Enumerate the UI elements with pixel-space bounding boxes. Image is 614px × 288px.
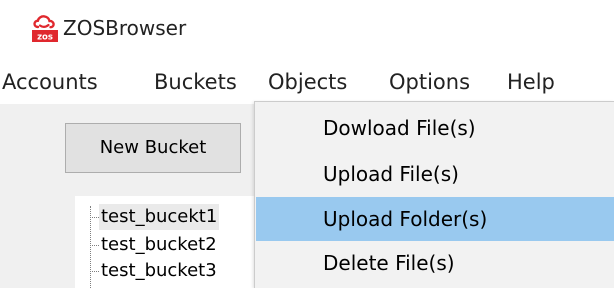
tree-item-label[interactable]: test_bucekt1: [99, 204, 220, 230]
menu-item-label: Delete File(s): [323, 251, 455, 275]
logo-text: zos: [37, 33, 53, 43]
menu-objects[interactable]: Objects: [268, 68, 347, 96]
new-bucket-button[interactable]: New Bucket: [65, 123, 241, 173]
bucket-tree[interactable]: test_bucekt1 test_bucket2 test_bucket3: [75, 196, 263, 288]
menu-help[interactable]: Help: [507, 68, 555, 96]
app-title: ZOSBrowser: [63, 16, 187, 40]
tree-item-bucket[interactable]: test_bucket3: [90, 258, 260, 286]
title-bar: zos ZOSBrowser: [0, 0, 614, 58]
objects-dropdown-menu: Dowload File(s) Upload File(s) Upload Fo…: [254, 101, 614, 288]
tree-item-bucket[interactable]: test_bucekt1: [90, 204, 260, 232]
cloud-logo-icon: zos: [32, 15, 58, 43]
tree-item-bucket[interactable]: test_bucket2: [90, 232, 260, 260]
menu-item-label: Upload Folder(s): [323, 207, 488, 231]
menu-item-label: Upload File(s): [323, 162, 459, 186]
tree-item-label[interactable]: test_bucket2: [99, 232, 219, 258]
menu-item-upload-files[interactable]: Upload File(s): [256, 154, 614, 194]
menu-item-download-files[interactable]: Dowload File(s): [256, 108, 614, 148]
tree-branch-line: [90, 217, 99, 218]
menu-accounts[interactable]: Accounts: [2, 68, 98, 96]
menu-item-upload-folders[interactable]: Upload Folder(s): [256, 197, 614, 241]
tree-branch-line: [90, 245, 99, 246]
menu-buckets[interactable]: Buckets: [154, 68, 237, 96]
menu-bar: Accounts Buckets Objects Options Help: [0, 58, 614, 104]
menu-options[interactable]: Options: [389, 68, 470, 96]
tree-branch-line: [90, 271, 99, 272]
menu-item-delete-files[interactable]: Delete File(s): [256, 243, 614, 283]
menu-item-label: Dowload File(s): [323, 116, 476, 140]
tree-item-label[interactable]: test_bucket3: [99, 258, 219, 284]
